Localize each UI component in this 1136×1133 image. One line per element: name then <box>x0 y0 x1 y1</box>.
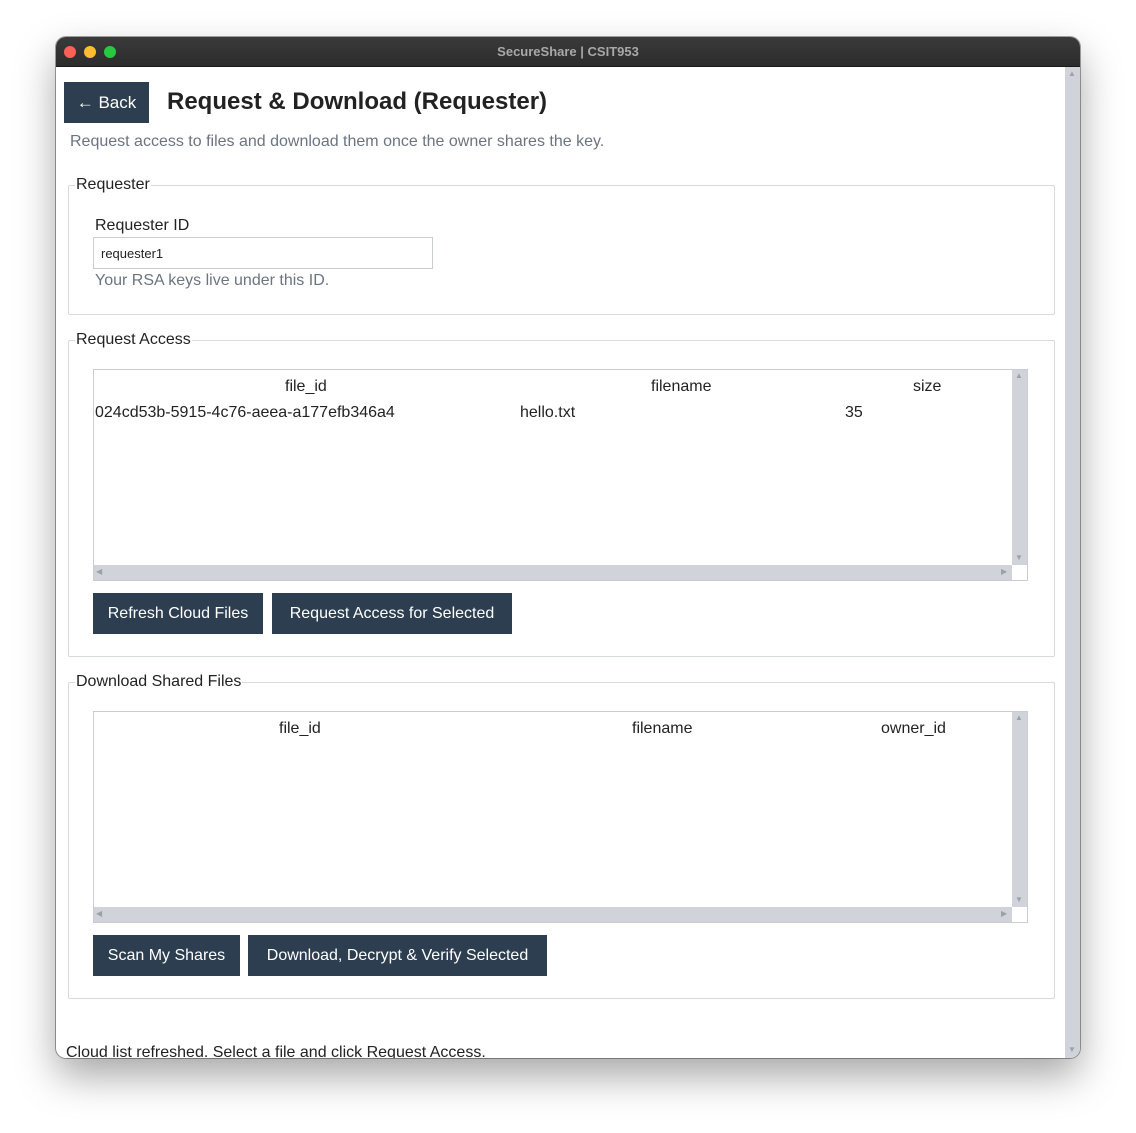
status-message: Cloud list refreshed. Select a file and … <box>66 1044 486 1058</box>
column-header-filename[interactable]: filename <box>632 720 692 738</box>
window-title: SecureShare | CSIT953 <box>497 44 639 59</box>
triangle-left-icon[interactable]: ◀ <box>96 909 102 918</box>
table-vertical-scrollbar[interactable]: ▲ ▼ <box>1012 370 1027 565</box>
column-header-size[interactable]: size <box>913 378 941 396</box>
table-horizontal-scrollbar[interactable]: ◀ ▶ <box>94 565 1012 580</box>
table-row[interactable]: 024cd53b-5915-4c76-aeea-a177efb346a4 hel… <box>94 400 1012 426</box>
triangle-up-icon[interactable]: ▲ <box>1068 69 1076 78</box>
cloud-files-table[interactable]: file_id filename size 024cd53b-5915-4c76… <box>93 369 1028 581</box>
download-shared-files-legend: Download Shared Files <box>76 673 242 690</box>
requester-id-label: Requester ID <box>95 217 190 234</box>
download-decrypt-verify-button[interactable]: Download, Decrypt & Verify Selected <box>248 935 547 976</box>
back-button[interactable]: ← Back <box>64 82 149 123</box>
page-title: Request & Download (Requester) <box>167 88 548 115</box>
cell-filename: hello.txt <box>520 404 576 421</box>
triangle-down-icon[interactable]: ▼ <box>1015 895 1023 904</box>
column-header-file-id[interactable]: file_id <box>279 720 321 738</box>
triangle-down-icon[interactable]: ▼ <box>1015 553 1023 562</box>
triangle-up-icon[interactable]: ▲ <box>1015 371 1023 380</box>
refresh-cloud-files-button[interactable]: Refresh Cloud Files <box>93 593 263 634</box>
table-horizontal-scrollbar[interactable]: ◀ ▶ <box>94 907 1012 922</box>
column-header-owner-id[interactable]: owner_id <box>881 720 946 738</box>
page-subtitle: Request access to files and download the… <box>70 133 605 150</box>
cell-size: 35 <box>845 404 863 421</box>
triangle-down-icon[interactable]: ▼ <box>1068 1045 1076 1054</box>
request-access-legend: Request Access <box>76 331 191 348</box>
app-window: SecureShare | CSIT953 ← Back Request & D… <box>56 37 1080 1058</box>
column-header-file-id[interactable]: file_id <box>285 378 327 396</box>
title-bar: SecureShare | CSIT953 <box>56 37 1080 67</box>
table-vertical-scrollbar[interactable]: ▲ ▼ <box>1012 712 1027 907</box>
requester-id-hint: Your RSA keys live under this ID. <box>95 272 330 289</box>
scan-my-shares-button[interactable]: Scan My Shares <box>93 935 240 976</box>
triangle-up-icon[interactable]: ▲ <box>1015 713 1023 722</box>
requester-id-input[interactable] <box>93 237 433 269</box>
cell-file-id: 024cd53b-5915-4c76-aeea-a177efb346a4 <box>95 404 395 421</box>
window-vertical-scrollbar[interactable]: ▲ ▼ <box>1065 67 1080 1058</box>
triangle-right-icon[interactable]: ▶ <box>1001 567 1007 576</box>
shared-files-table[interactable]: file_id filename owner_id ▲ ▼ ◀ ▶ <box>93 711 1028 923</box>
request-access-button[interactable]: Request Access for Selected <box>272 593 512 634</box>
triangle-right-icon[interactable]: ▶ <box>1001 909 1007 918</box>
main-content: ← Back Request & Download (Requester) Re… <box>56 67 1080 1058</box>
requester-legend: Requester <box>76 176 150 193</box>
column-header-filename[interactable]: filename <box>651 378 711 396</box>
triangle-left-icon[interactable]: ◀ <box>96 567 102 576</box>
